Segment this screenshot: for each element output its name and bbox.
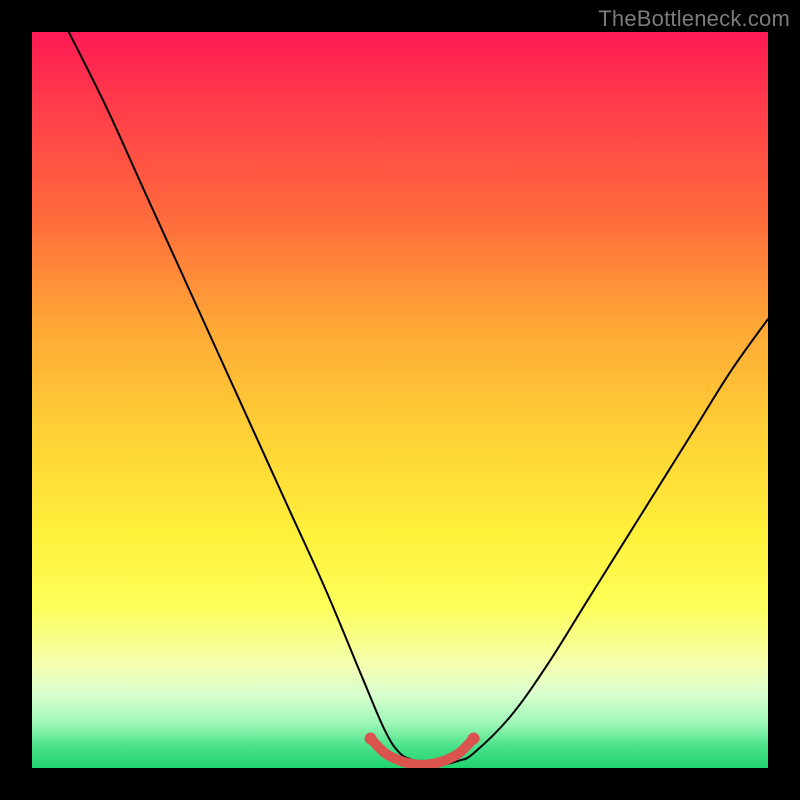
curve-svg [32,32,768,768]
valley-dot-right [468,733,480,745]
bottleneck-curve-path [69,32,768,765]
watermark-text: TheBottleneck.com [598,6,790,32]
valley-dot-left [365,733,377,745]
plot-area [32,32,768,768]
chart-frame: TheBottleneck.com [0,0,800,800]
